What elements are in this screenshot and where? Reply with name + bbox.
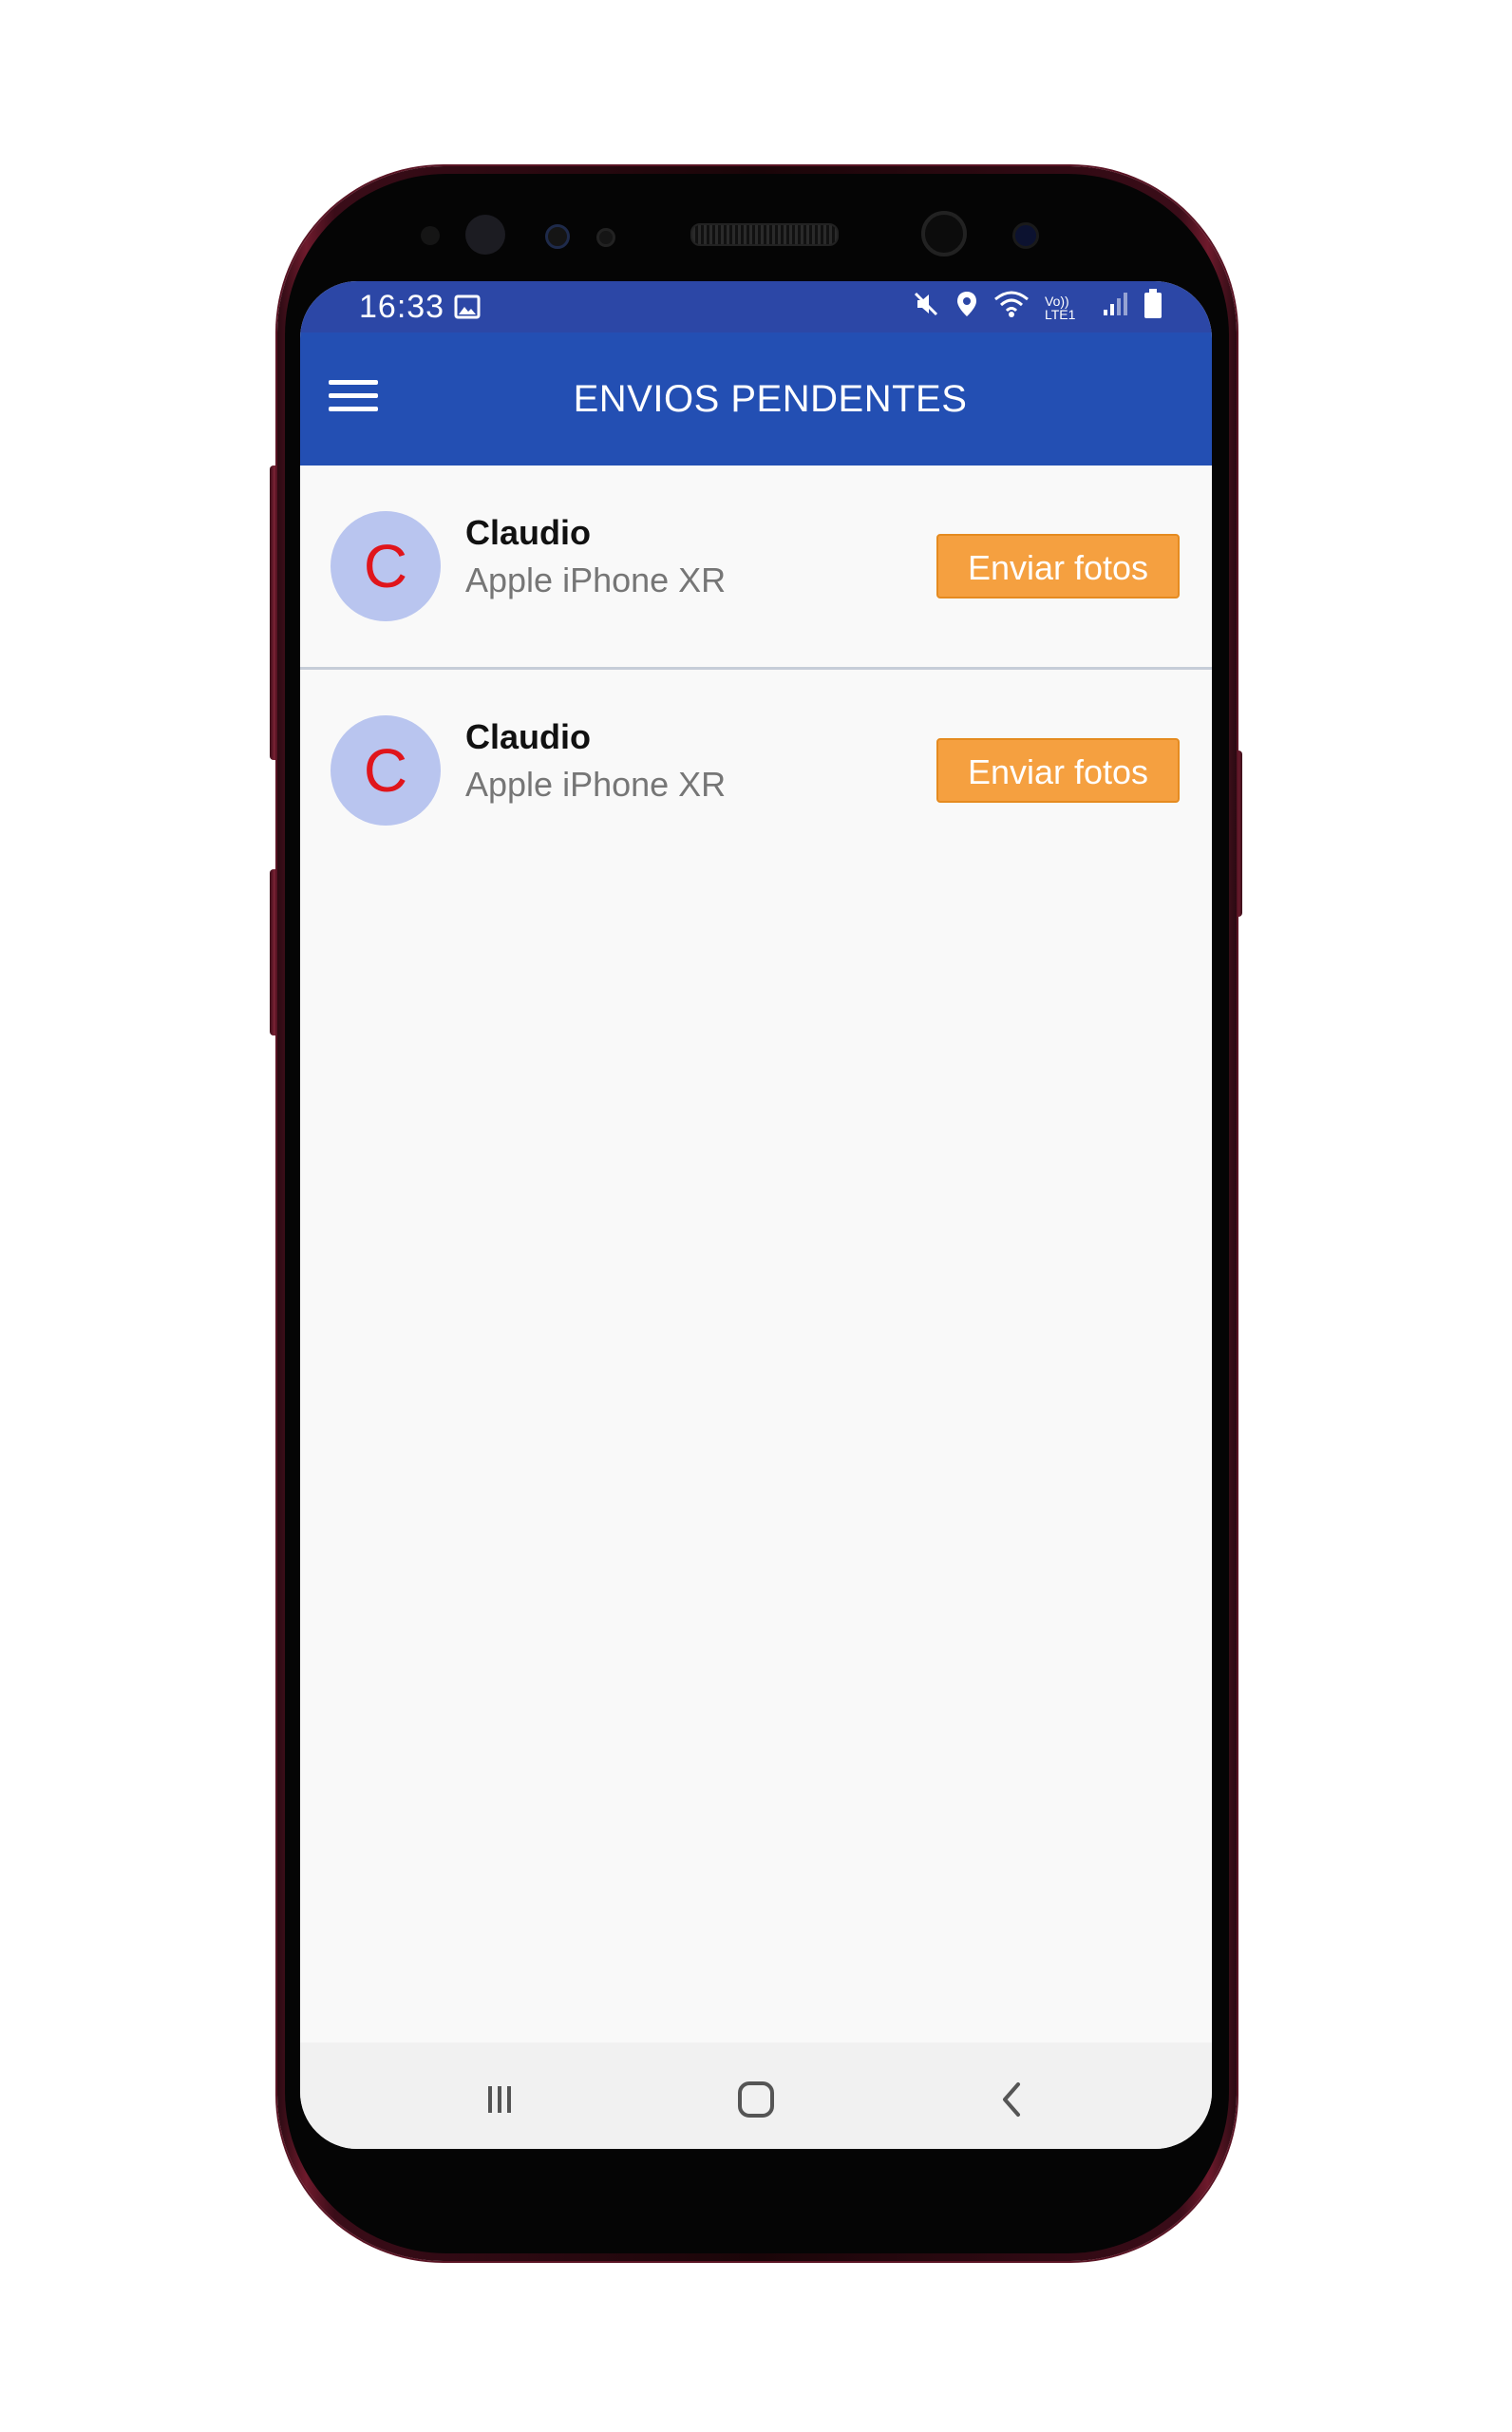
list-item[interactable]: C Claudio Apple iPhone XR Enviar fotos <box>300 466 1212 670</box>
camera-sensor <box>1012 222 1039 249</box>
back-icon[interactable] <box>984 2071 1041 2128</box>
location-icon <box>955 290 978 325</box>
avatar: C <box>331 715 441 826</box>
send-photos-button[interactable]: Enviar fotos <box>936 534 1180 598</box>
avatar: C <box>331 511 441 621</box>
status-icons: Vo)) LTE1 <box>912 289 1162 326</box>
sensor-dot <box>421 226 440 245</box>
sensor-dot <box>545 224 570 249</box>
wifi-icon <box>993 290 1030 325</box>
send-photos-button[interactable]: Enviar fotos <box>936 738 1180 803</box>
item-device: Apple iPhone XR <box>465 560 727 599</box>
volte-icon: Vo)) LTE1 <box>1045 293 1076 322</box>
image-icon <box>454 294 481 324</box>
battery-icon <box>1143 289 1162 326</box>
status-time: 16:33 <box>359 289 445 325</box>
screen: 16:33 Vo)) LTE1 ENVIOS PENDENTES C Claud… <box>300 281 1212 2149</box>
mute-icon <box>912 290 940 325</box>
list-item[interactable]: C Claudio Apple iPhone XR Enviar fotos <box>300 670 1212 874</box>
page-title: ENVIOS PENDENTES <box>573 378 968 420</box>
item-name: Claudio <box>465 717 591 756</box>
status-bar: 16:33 Vo)) LTE1 <box>300 281 1212 332</box>
item-name: Claudio <box>465 513 591 552</box>
earpiece-speaker <box>690 223 839 246</box>
home-icon[interactable] <box>728 2071 784 2128</box>
navigation-bar <box>300 2042 1212 2149</box>
iris-sensor <box>465 215 505 255</box>
app-bar: ENVIOS PENDENTES <box>300 332 1212 466</box>
device-mockup: 16:33 Vo)) LTE1 ENVIOS PENDENTES C Claud… <box>0 0 1512 2432</box>
signal-icon <box>1102 291 1128 324</box>
front-camera <box>921 211 967 256</box>
item-device: Apple iPhone XR <box>465 765 727 804</box>
recent-apps-icon[interactable] <box>471 2071 528 2128</box>
sensor-dot <box>596 228 615 247</box>
empty-content-area <box>300 870 1212 2044</box>
